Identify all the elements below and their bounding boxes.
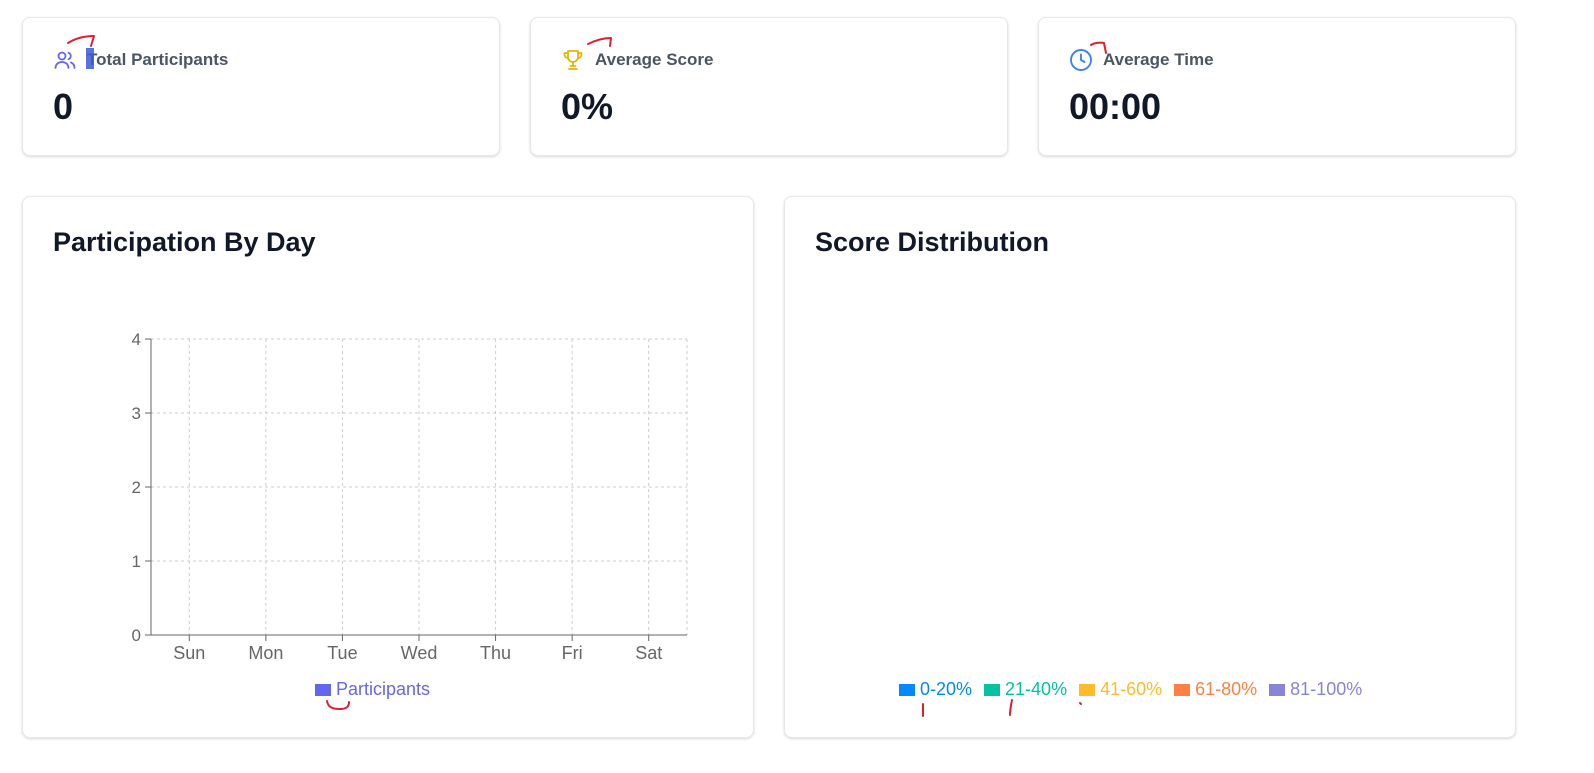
legend-swatch — [899, 683, 915, 696]
average-score-header: Average Score — [561, 48, 713, 72]
y-tick-label: 1 — [132, 552, 141, 571]
total-participants-label: Total Participants — [87, 50, 229, 69]
legend-swatch — [315, 683, 331, 696]
average-score-value: 0% — [561, 86, 614, 127]
legend-swatch — [1174, 683, 1191, 696]
legend-item-participants[interactable]: Participants — [315, 679, 430, 700]
legend-item-range[interactable]: 41-60% — [1079, 679, 1162, 700]
legend-label-participants: Participants — [336, 679, 431, 699]
average-score-label: Average Score — [595, 50, 714, 69]
legend-label-range: 0-20% — [920, 679, 973, 699]
trophy-icon — [561, 48, 585, 72]
y-tick-label: 2 — [132, 478, 141, 497]
participation-legend: Participants — [315, 679, 442, 700]
x-tick-label: Wed — [401, 643, 438, 663]
average-time-label: Average Time — [1103, 50, 1214, 69]
x-tick-label: Tue — [327, 643, 357, 663]
average-time-card: Average Time 00:00 — [1038, 17, 1516, 156]
legend-item-range[interactable]: 61-80% — [1174, 679, 1257, 700]
total-participants-header: Total Participants — [53, 48, 228, 72]
average-score-card: Average Score 0% — [530, 17, 1008, 156]
legend-swatch — [1079, 683, 1096, 696]
x-tick-label: Sun — [173, 643, 205, 663]
legend-item-range[interactable]: 81-100% — [1269, 679, 1362, 700]
total-participants-value: 0 — [53, 86, 74, 127]
y-tick-label: 3 — [132, 404, 141, 423]
legend-item-range[interactable]: 21-40% — [984, 679, 1067, 700]
legend-label-range: 61-80% — [1195, 679, 1258, 699]
score-distribution-card: Score Distribution 0-20% 21-40% 41-60% 61-8… — [784, 196, 1516, 738]
average-time-value: 00:00 — [1069, 86, 1162, 127]
legend-label-range: 41-60% — [1100, 679, 1163, 699]
score-distribution-legend: 0-20% 21-40% 41-60% 61-80% 81-100% — [899, 679, 1374, 700]
score-distribution-pie-chart — [785, 267, 1517, 667]
participation-chart-card: Participation By Day 0 1 2 3 4 Sun Mon Tue Wed Th… — [22, 196, 754, 738]
y-tick-label: 4 — [132, 330, 141, 349]
x-tick-label: Sat — [635, 643, 662, 663]
legend-swatch — [984, 683, 1001, 696]
legend-item-range[interactable]: 0-20% — [899, 679, 972, 700]
users-icon — [53, 48, 77, 72]
legend-label-range: 81-100% — [1290, 679, 1363, 699]
x-tick-label: Thu — [480, 643, 511, 663]
average-time-header: Average Time — [1069, 48, 1214, 72]
clock-icon — [1069, 48, 1093, 72]
legend-label-range: 21-40% — [1005, 679, 1068, 699]
participation-bar-chart: 0 1 2 3 4 Sun Mon Tue Wed Thu Fri Sat — [132, 330, 688, 663]
x-tick-label: Fri — [562, 643, 583, 663]
total-participants-card: Total Participants 0 — [22, 17, 500, 156]
y-tick-label: 0 — [132, 626, 141, 645]
score-distribution-title: Score Distribution — [815, 227, 1050, 257]
x-tick-label: Mon — [248, 643, 283, 663]
legend-swatch — [1269, 683, 1286, 696]
